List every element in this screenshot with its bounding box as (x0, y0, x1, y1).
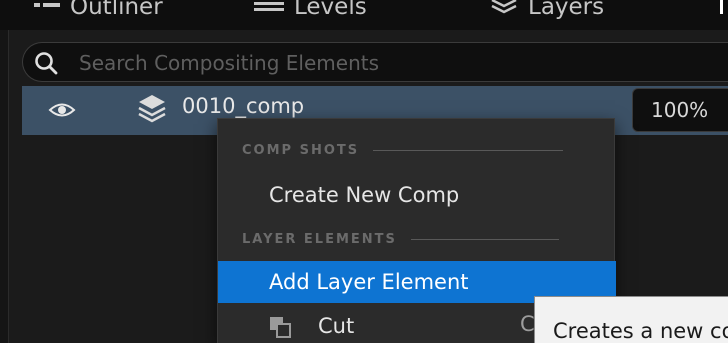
tab-levels-label: Levels (294, 0, 367, 20)
search-bar[interactable] (22, 42, 728, 82)
create-new-comp-item[interactable]: Create New Comp (218, 174, 616, 216)
section-layer-elements: LAYER ELEMENTS (242, 229, 559, 249)
section-comp-shots: COMP SHOTS (242, 140, 564, 160)
layers-icon (490, 0, 518, 20)
tab-levels[interactable]: Levels (254, 0, 367, 27)
comp-row-name: 0010_comp (182, 94, 305, 118)
search-icon (34, 51, 58, 75)
section-divider (373, 149, 564, 151)
cut-shortcut: C (520, 312, 535, 336)
section-layer-elements-label: LAYER ELEMENTS (242, 231, 397, 247)
tab-layers[interactable]: Layers (490, 0, 604, 27)
section-comp-shots-label: COMP SHOTS (242, 142, 360, 158)
tab-bar: Outliner Levels Layers (0, 0, 728, 30)
levels-icon (254, 0, 284, 20)
opacity-field[interactable]: 100% (632, 88, 728, 132)
tab-overflow-icon[interactable] (716, 0, 728, 30)
tooltip-text: Creates a new co (553, 319, 728, 343)
list-icon (34, 0, 60, 20)
tab-outliner[interactable]: Outliner (34, 0, 163, 27)
tab-layers-label: Layers (528, 0, 605, 20)
search-input[interactable] (79, 49, 679, 77)
cut-icon (269, 316, 291, 338)
layers-stack-icon (137, 93, 167, 123)
opacity-value: 100% (651, 98, 709, 122)
add-layer-element-label: Add Layer Element (269, 270, 469, 294)
tooltip: Creates a new co (534, 296, 728, 343)
eye-icon[interactable] (48, 99, 76, 121)
section-divider (410, 238, 559, 240)
tab-outliner-label: Outliner (70, 0, 163, 20)
create-new-comp-label: Create New Comp (269, 183, 460, 207)
